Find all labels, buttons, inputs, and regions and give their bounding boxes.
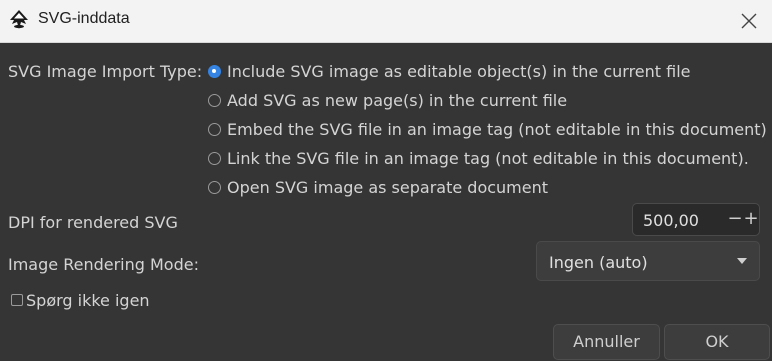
dont-ask-again-label: Spørg ikke igen — [26, 290, 150, 310]
dpi-spinbutton[interactable]: 500,00 − + — [632, 203, 760, 236]
radio-embed-image[interactable]: Embed the SVG file in an image tag (not … — [208, 118, 767, 140]
rendering-mode-label: Image Rendering Mode: — [8, 255, 199, 274]
ok-button[interactable]: OK — [664, 324, 770, 360]
cancel-button[interactable]: Annuller — [553, 324, 660, 360]
radio-button[interactable] — [208, 180, 221, 194]
radio-add-new-page[interactable]: Add SVG as new page(s) in the current fi… — [208, 89, 567, 111]
title-bar: SVG-inddata — [0, 0, 772, 43]
chevron-down-icon — [737, 258, 747, 264]
radio-label: Open SVG image as separate document — [227, 177, 549, 197]
radio-button[interactable] — [208, 151, 221, 165]
radio-link-image[interactable]: Link the SVG file in an image tag (not e… — [208, 147, 749, 169]
dpi-value[interactable]: 500,00 — [643, 211, 699, 230]
radio-button-checked[interactable] — [208, 64, 221, 78]
inkscape-icon — [8, 9, 30, 31]
radio-open-separate[interactable]: Open SVG image as separate document — [208, 176, 548, 198]
radio-label: Include SVG image as editable object(s) … — [227, 61, 691, 81]
close-icon — [741, 13, 757, 29]
radio-label: Add SVG as new page(s) in the current fi… — [227, 90, 568, 110]
dialog-body: SVG Image Import Type: Include SVG image… — [0, 43, 772, 361]
window-title: SVG-inddata — [38, 10, 130, 27]
close-button[interactable] — [736, 8, 762, 34]
radio-label: Link the SVG file in an image tag (not e… — [227, 148, 749, 168]
rendering-mode-value: Ingen (auto) — [549, 253, 648, 272]
svg-import-dialog: SVG-inddata SVG Image Import Type: Inclu… — [0, 0, 772, 361]
radio-button[interactable] — [208, 122, 221, 136]
dpi-label: DPI for rendered SVG — [8, 213, 178, 232]
increment-icon[interactable]: + — [743, 208, 759, 230]
radio-include-editable[interactable]: Include SVG image as editable object(s) … — [208, 60, 691, 82]
import-type-label: SVG Image Import Type: — [8, 62, 203, 81]
decrement-icon[interactable]: − — [727, 208, 743, 230]
dont-ask-again-checkbox-row[interactable]: Spørg ikke igen — [11, 289, 150, 311]
rendering-mode-dropdown[interactable]: Ingen (auto) — [536, 241, 760, 281]
radio-label: Embed the SVG file in an image tag (not … — [227, 119, 767, 139]
radio-button[interactable] — [208, 93, 221, 107]
dont-ask-again-checkbox[interactable] — [11, 294, 23, 306]
